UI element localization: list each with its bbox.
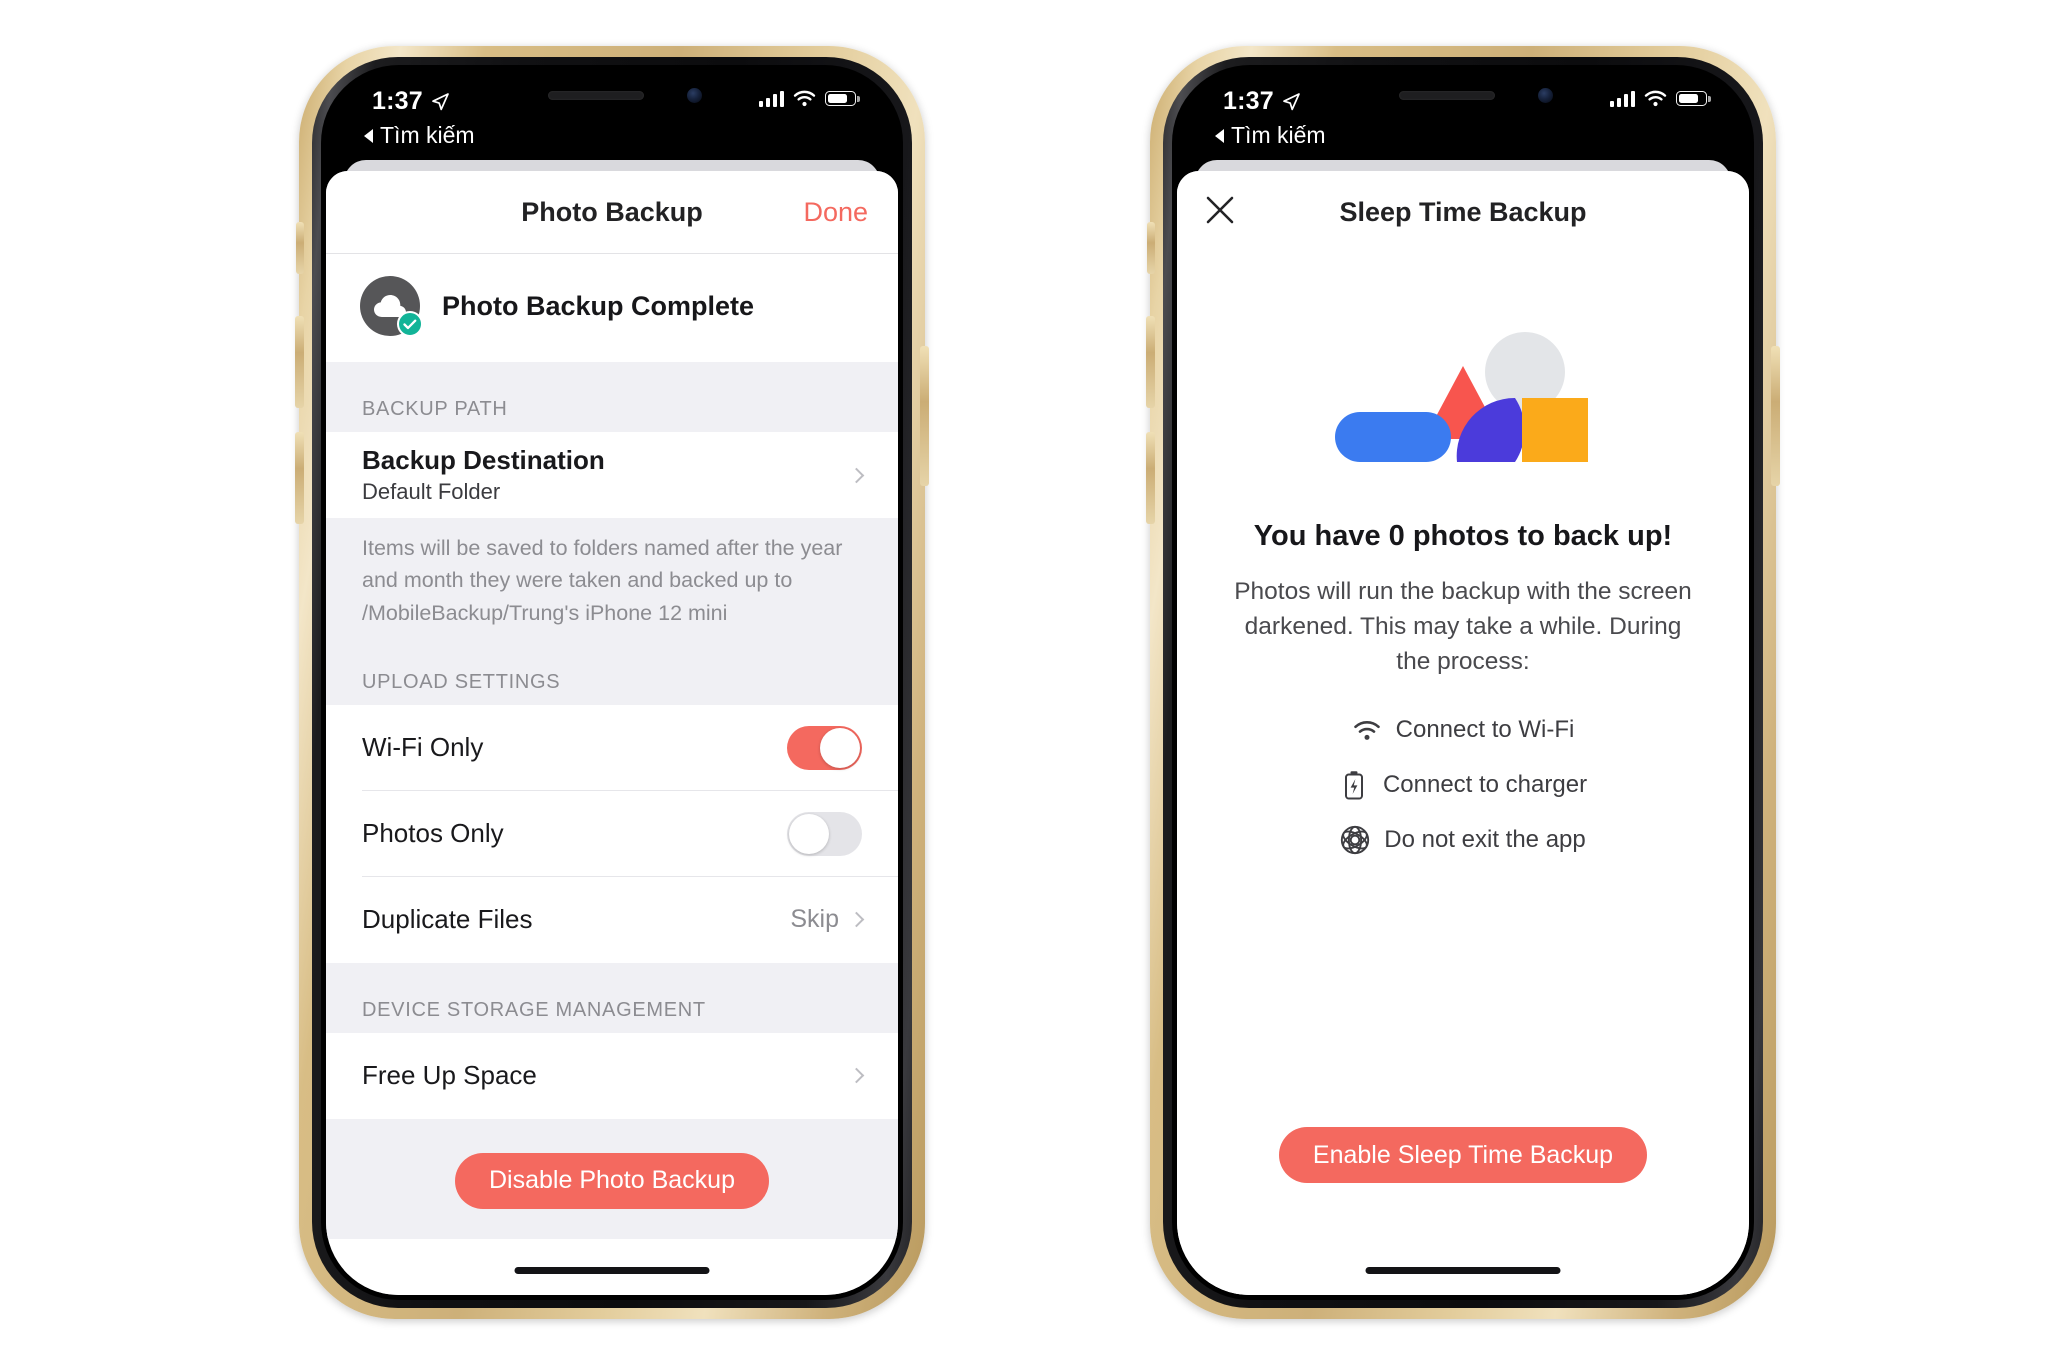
subtext: Photos will run the backup with the scre…: [1234, 578, 1692, 675]
photo-backup-sheet: Photo Backup Done Photo Backup Complete …: [326, 171, 898, 1295]
row-backup-destination[interactable]: Backup Destination Default Folder: [326, 432, 898, 518]
status-time-group: 1:37: [372, 87, 450, 116]
status-time-group: 1:37: [1223, 87, 1301, 116]
sheet-navbar: Photo Backup Done: [326, 171, 898, 254]
home-indicator[interactable]: [1365, 1267, 1561, 1274]
notch: [1329, 70, 1597, 135]
toggle-knob: [820, 727, 860, 768]
sheet-spacer: [1177, 855, 1749, 1127]
power-button[interactable]: [1771, 346, 1780, 486]
row-title: Photos Only: [362, 818, 504, 849]
enable-sleep-time-backup-button[interactable]: Enable Sleep Time Backup: [1278, 1127, 1648, 1183]
back-to-search-link[interactable]: Tìm kiếm: [364, 122, 475, 149]
requirements-list: Connect to Wi-Fi Connect to charger Do n…: [1177, 715, 1749, 855]
silent-switch[interactable]: [1147, 222, 1155, 274]
chevron-right-icon: [848, 1067, 865, 1084]
row-photos-only[interactable]: Photos Only: [326, 790, 898, 877]
status-icons: [1609, 90, 1711, 107]
cellular-bars-icon: [758, 90, 784, 107]
section-header-device-storage: DEVICE STORAGE MANAGEMENT: [326, 962, 898, 1033]
row-title: Duplicate Files: [362, 904, 533, 935]
front-camera: [1538, 88, 1553, 103]
section-header-backup-path: BACKUP PATH: [326, 362, 898, 432]
rosette-app-icon: [1340, 825, 1370, 855]
back-link-label: Tìm kiếm: [380, 122, 475, 148]
row-duplicate-files[interactable]: Duplicate Files Skip: [326, 876, 898, 963]
backup-path-footnote: Items will be saved to folders named aft…: [326, 518, 898, 649]
volume-up-button[interactable]: [1146, 316, 1155, 408]
back-to-search-link[interactable]: Tìm kiếm: [1215, 122, 1326, 149]
backup-status-text: Photo Backup Complete: [442, 290, 755, 321]
cellular-bars-icon: [1609, 90, 1635, 107]
illustration-wrap: [1177, 328, 1749, 464]
status-time: 1:37: [1223, 87, 1274, 115]
wifi-only-toggle[interactable]: [787, 725, 862, 770]
disable-button-area: Disable Photo Backup: [326, 1118, 898, 1239]
earpiece-speaker: [548, 91, 644, 100]
power-button[interactable]: [920, 346, 929, 486]
status-time: 1:37: [372, 87, 423, 115]
battery-charging-icon: [1339, 770, 1369, 800]
row-wifi-only[interactable]: Wi-Fi Only: [326, 704, 898, 791]
row-free-up-space[interactable]: Free Up Space: [326, 1032, 898, 1119]
row-accessory: Skip: [790, 905, 865, 934]
sleep-time-backup-sheet: Sleep Time Backup You have 0 photos to b…: [1177, 171, 1749, 1295]
back-triangle-icon: [364, 128, 373, 143]
bullet-label: Connect to Wi-Fi: [1395, 716, 1575, 744]
volume-down-button[interactable]: [1146, 432, 1155, 524]
bullet-label: Do not exit the app: [1384, 826, 1586, 854]
screenshot-stage: 1:37 Tìm kiếm Photo Backup Done Photo Ba…: [0, 0, 2048, 1365]
home-indicator[interactable]: [514, 1267, 710, 1274]
wifi-icon: [1352, 715, 1382, 745]
front-camera: [687, 88, 702, 103]
row-title: Free Up Space: [362, 1060, 537, 1091]
battery-icon: [825, 91, 860, 106]
row-value: Skip: [790, 905, 839, 934]
toggle-knob: [789, 813, 829, 854]
phone-screen-left: 1:37 Tìm kiếm Photo Backup Done Photo Ba…: [326, 70, 898, 1295]
row-subtitle: Default Folder: [362, 479, 501, 504]
earpiece-speaker: [1399, 91, 1495, 100]
page-title: Sleep Time Backup: [1339, 197, 1587, 227]
phone-left: 1:37 Tìm kiếm Photo Backup Done Photo Ba…: [295, 46, 929, 1319]
silent-switch[interactable]: [296, 222, 304, 274]
location-arrow-icon: [1282, 92, 1300, 110]
row-title: Wi-Fi Only: [362, 732, 484, 763]
cloud-status-badge: [360, 276, 423, 337]
battery-icon: [1676, 91, 1711, 106]
back-link-label: Tìm kiếm: [1231, 122, 1326, 148]
check-glyph: [403, 319, 417, 329]
check-icon: [397, 311, 423, 337]
notch: [478, 70, 746, 135]
row-backup-destination-text: Backup Destination Default Folder: [362, 445, 605, 505]
bullet-connect-charger: Connect to charger: [1339, 770, 1587, 800]
status-icons: [758, 90, 860, 107]
section-header-upload-settings: UPLOAD SETTINGS: [326, 648, 898, 705]
location-arrow-icon: [431, 92, 449, 110]
chevron-right-icon: [848, 911, 865, 928]
orange-square-shape: [1522, 398, 1588, 462]
row-title: Backup Destination: [362, 445, 605, 475]
back-triangle-icon: [1215, 128, 1224, 143]
volume-up-button[interactable]: [295, 316, 304, 408]
phone-right: 1:37 Tìm kiếm Sleep Time Backup You have…: [1146, 46, 1780, 1319]
bullet-connect-wifi: Connect to Wi-Fi: [1352, 715, 1575, 745]
done-button[interactable]: Done: [803, 197, 868, 228]
headline: You have 0 photos to back up!: [1253, 520, 1673, 552]
wifi-icon: [1644, 90, 1667, 107]
volume-down-button[interactable]: [295, 432, 304, 524]
backup-status-row: Photo Backup Complete: [326, 254, 898, 362]
photos-only-toggle[interactable]: [787, 811, 862, 856]
wifi-icon: [793, 90, 816, 107]
chevron-right-icon: [848, 467, 865, 483]
geometric-shapes-illustration: [1335, 332, 1588, 462]
phone-screen-right: 1:37 Tìm kiếm Sleep Time Backup You have…: [1177, 70, 1749, 1295]
disable-photo-backup-button[interactable]: Disable Photo Backup: [455, 1152, 769, 1209]
sheet-navbar: Sleep Time Backup: [1177, 171, 1749, 254]
bullet-label: Connect to charger: [1382, 771, 1588, 799]
blue-pill-shape: [1335, 412, 1451, 462]
bullet-do-not-exit: Do not exit the app: [1340, 825, 1586, 855]
